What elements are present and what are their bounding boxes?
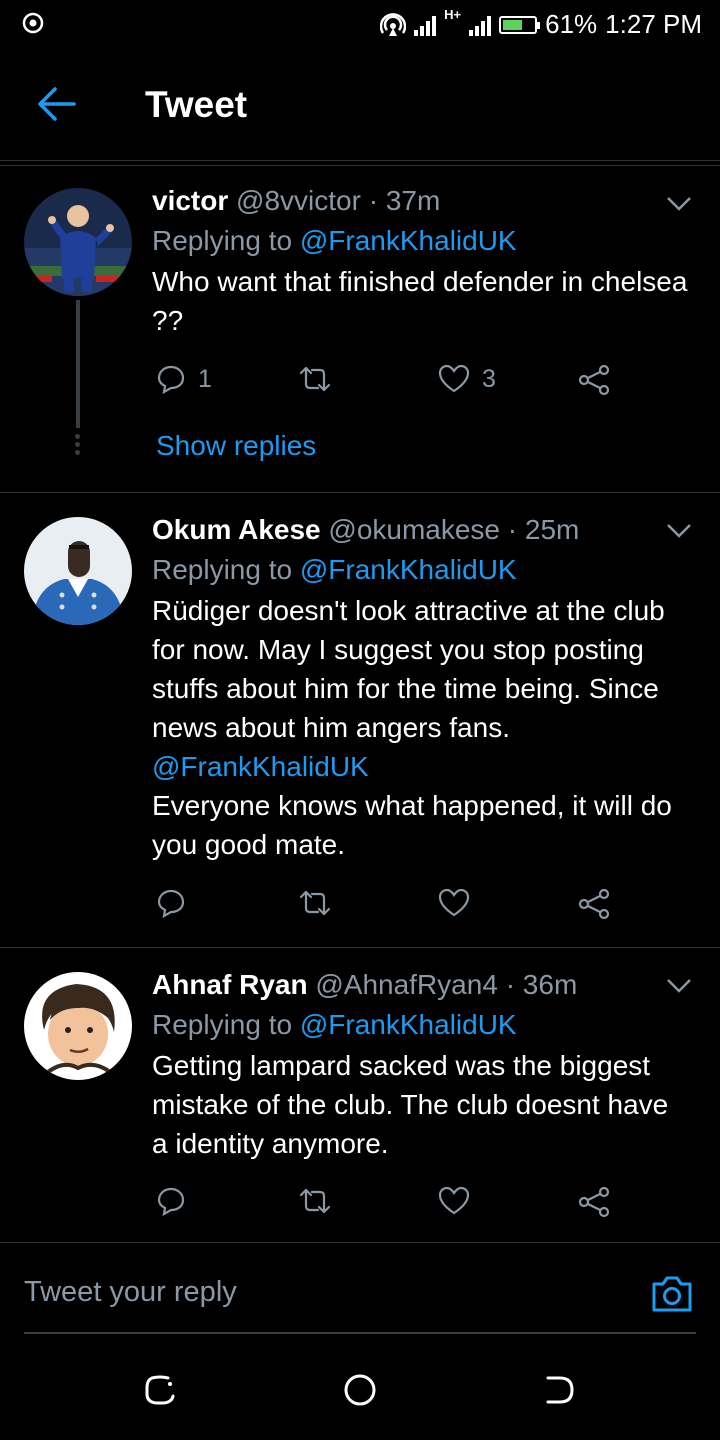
tweet-header: Ahnaf Ryan @AhnafRyan4 · 36m (152, 968, 690, 1002)
thread-dots (75, 434, 80, 458)
network-type: H+ (444, 7, 462, 22)
tweet-header: victor @8vvictor · 37m (152, 184, 690, 218)
replying-label: Replying to (152, 554, 293, 585)
thread-line (76, 300, 80, 428)
retweet-icon (299, 890, 331, 916)
author-handle[interactable]: @AhnafRyan4 (315, 969, 498, 1000)
mention-link[interactable]: @FrankKhalidUK (300, 1009, 517, 1040)
reply-icon (157, 1187, 185, 1216)
signal-icon (414, 14, 437, 36)
tweet-actions: 1 3 (152, 364, 622, 404)
mention-link[interactable]: @FrankKhalidUK (300, 225, 517, 256)
reply-button[interactable]: 1 (156, 364, 212, 394)
tweet-actions (152, 888, 622, 928)
author-handle[interactable]: @okumakese (328, 514, 500, 545)
retweet-icon (299, 1188, 331, 1214)
like-count: 3 (482, 364, 496, 393)
reply-icon (157, 889, 185, 918)
tweet-text: Getting lampard sacked was the biggest m… (152, 1050, 669, 1159)
tweet-text: Who want that finished defender in chels… (152, 266, 688, 336)
replying-label: Replying to (152, 1009, 293, 1040)
heart-icon (438, 364, 470, 393)
separator: · (368, 185, 379, 216)
reply-count: 1 (198, 364, 212, 393)
author-name[interactable]: Okum Akese (152, 514, 321, 545)
tweet-header: Okum Akese @okumakese · 25m (152, 513, 690, 547)
replying-label: Replying to (152, 225, 293, 256)
tweet[interactable]: victor @8vvictor · 37m Replying to @Fran… (0, 166, 720, 492)
clock: 1:27 PM (605, 9, 702, 39)
timestamp: 37m (385, 185, 441, 216)
share-button[interactable] (578, 1186, 610, 1218)
retweet-button[interactable] (298, 1186, 332, 1216)
reply-icon (157, 365, 185, 394)
timestamp: 25m (524, 514, 580, 545)
replying-to: Replying to @FrankKhalidUK (152, 224, 690, 258)
arrow-left-icon[interactable] (36, 86, 76, 122)
replying-to: Replying to @FrankKhalidUK (152, 553, 690, 587)
retweet-icon (299, 366, 331, 392)
share-icon (578, 1186, 610, 1218)
share-icon (578, 364, 610, 396)
tweet-actions (152, 1186, 622, 1226)
avatar[interactable] (24, 972, 132, 1080)
reply-input[interactable] (24, 1276, 584, 1309)
reply-bar (0, 1244, 720, 1334)
battery-charging-icon (499, 15, 541, 34)
share-icon (578, 888, 610, 920)
show-replies-link[interactable]: Show replies (156, 430, 316, 462)
reply-underline (24, 1332, 696, 1334)
author-name[interactable]: Ahnaf Ryan (152, 969, 308, 1000)
tweet-text-part: Rüdiger doesn't look attractive at the c… (152, 595, 665, 743)
replying-to: Replying to @FrankKhalidUK (152, 1008, 690, 1042)
camera-icon[interactable] (650, 1274, 694, 1314)
retweet-button[interactable] (298, 888, 332, 918)
divider (0, 1242, 720, 1243)
reply-button[interactable] (156, 1186, 186, 1216)
timestamp: 36m (522, 969, 578, 1000)
tweet-text-part: Everyone knows what happened, it will do… (152, 790, 672, 860)
share-button[interactable] (578, 888, 610, 920)
page-title: Tweet (145, 84, 248, 125)
like-button[interactable]: 3 (438, 364, 496, 394)
separator: · (507, 514, 518, 545)
author-name[interactable]: victor (152, 185, 228, 216)
like-button[interactable] (438, 888, 470, 918)
avatar[interactable] (24, 517, 132, 625)
retweet-button[interactable] (298, 364, 332, 394)
battery-percent: 61% (545, 9, 598, 39)
heart-icon (438, 1186, 470, 1215)
back-icon[interactable] (540, 1370, 580, 1410)
avatar[interactable] (24, 188, 132, 296)
mention-link[interactable]: @FrankKhalidUK (152, 751, 369, 782)
tweet-text: Rüdiger doesn't look attractive at the c… (152, 591, 690, 864)
author-handle[interactable]: @8vvictor (236, 185, 361, 216)
home-icon[interactable] (340, 1370, 380, 1410)
separator: · (505, 969, 516, 1000)
recents-icon[interactable] (140, 1370, 180, 1410)
reply-button[interactable] (156, 888, 186, 918)
tweet[interactable]: Okum Akese @okumakese · 25m Replying to … (0, 493, 720, 947)
app-notification-icon (22, 12, 44, 34)
signal-icon-2 (469, 14, 492, 36)
status-bar: H+ 61% 1:27 PM (0, 0, 720, 48)
divider (0, 160, 720, 161)
heart-icon (438, 888, 470, 917)
header: Tweet (0, 48, 720, 160)
mention-link[interactable]: @FrankKhalidUK (300, 554, 517, 585)
like-button[interactable] (438, 1186, 470, 1216)
tweet[interactable]: Ahnaf Ryan @AhnafRyan4 · 36m Replying to… (0, 948, 720, 1242)
hotspot-icon (380, 12, 407, 36)
share-button[interactable] (578, 364, 610, 396)
system-nav-bar (0, 1340, 720, 1440)
